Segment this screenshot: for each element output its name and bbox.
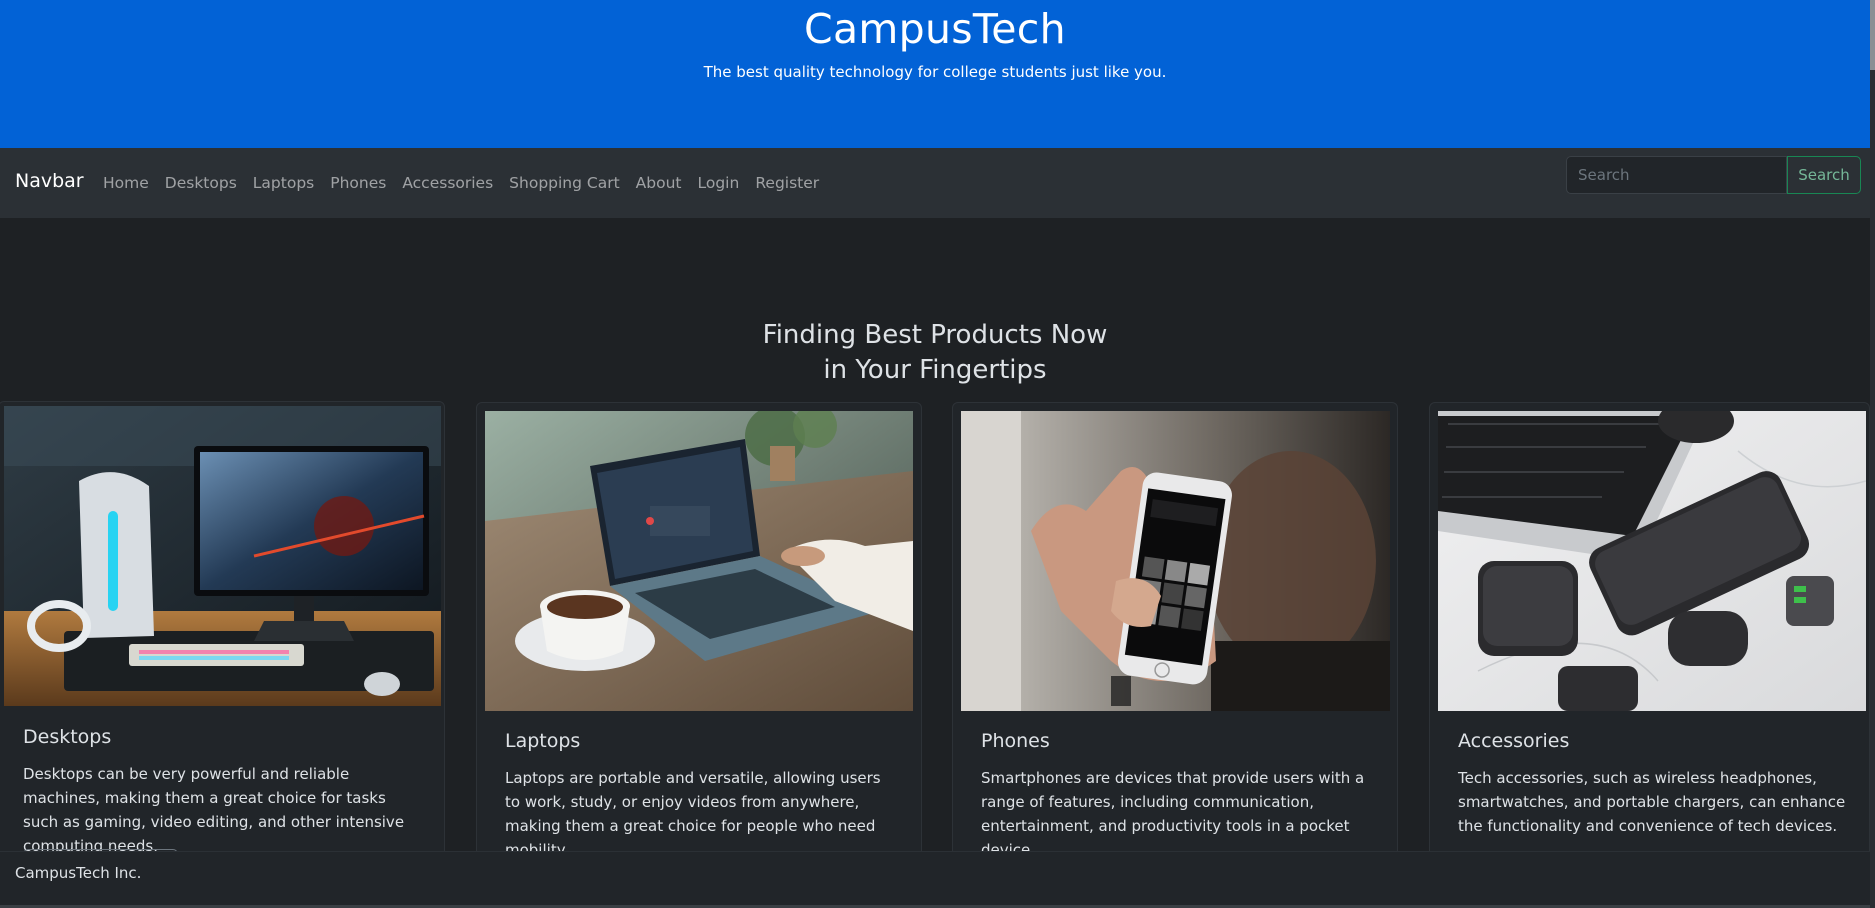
card-text-laptops: Laptops are portable and versatile, allo…: [505, 769, 881, 859]
section-title-line-1: Finding Best Products Now: [762, 320, 1108, 350]
page-scrollbar[interactable]: [1870, 0, 1875, 908]
product-card-phones: Phones Smartphones are devices that prov…: [952, 402, 1398, 872]
site-tagline: The best quality technology for college …: [703, 63, 1167, 81]
site-title: CampusTech: [804, 5, 1066, 53]
nav-link-laptops[interactable]: Laptops: [253, 174, 314, 192]
hero-banner: CampusTech The best quality technology f…: [0, 0, 1870, 148]
nav-link-desktops[interactable]: Desktops: [165, 174, 237, 192]
card-title-desktops: Desktops: [23, 726, 112, 748]
product-card-laptops: Laptops Laptops are portable and versati…: [476, 402, 922, 872]
search-input[interactable]: [1566, 156, 1787, 194]
footer-text: CampusTech Inc.: [15, 864, 142, 882]
product-card-accessories: Accessories Tech accessories, such as wi…: [1429, 402, 1870, 872]
card-title-laptops: Laptops: [505, 730, 581, 752]
footer: CampusTech Inc.: [0, 851, 1870, 905]
navbar: Navbar Home Desktops Laptops Phones Acce…: [0, 148, 1870, 218]
phones-image: [961, 411, 1390, 711]
nav-links: Home Desktops Laptops Phones Accessories…: [103, 174, 819, 192]
nav-link-shopping-cart[interactable]: Shopping Cart: [509, 174, 620, 192]
card-text-desktops: Desktops can be very powerful and reliab…: [23, 765, 405, 855]
nav-link-about[interactable]: About: [636, 174, 682, 192]
product-card-desktops: Desktops Desktops can be very powerful a…: [0, 401, 445, 871]
nav-link-accessories[interactable]: Accessories: [402, 174, 493, 192]
laptops-image: [485, 411, 913, 711]
search-form: Search: [1566, 156, 1861, 194]
nav-link-login[interactable]: Login: [698, 174, 740, 192]
nav-link-home[interactable]: Home: [103, 174, 149, 192]
section-title-line-2: in Your Fingertips: [823, 355, 1047, 385]
accessories-image: [1438, 411, 1866, 711]
scrollbar-thumb[interactable]: [1870, 0, 1875, 70]
nav-link-register[interactable]: Register: [755, 174, 819, 192]
section-title: Finding Best Products Now in Your Finger…: [0, 318, 1870, 388]
page: CampusTech The best quality technology f…: [0, 0, 1875, 908]
card-text-accessories: Tech accessories, such as wireless headp…: [1458, 769, 1846, 835]
card-title-accessories: Accessories: [1458, 730, 1570, 752]
navbar-brand[interactable]: Navbar: [15, 170, 84, 192]
nav-link-phones[interactable]: Phones: [330, 174, 386, 192]
desktops-image: [4, 406, 441, 706]
search-button[interactable]: Search: [1787, 156, 1861, 194]
card-title-phones: Phones: [981, 730, 1050, 752]
card-text-phones: Smartphones are devices that provide use…: [981, 769, 1365, 859]
